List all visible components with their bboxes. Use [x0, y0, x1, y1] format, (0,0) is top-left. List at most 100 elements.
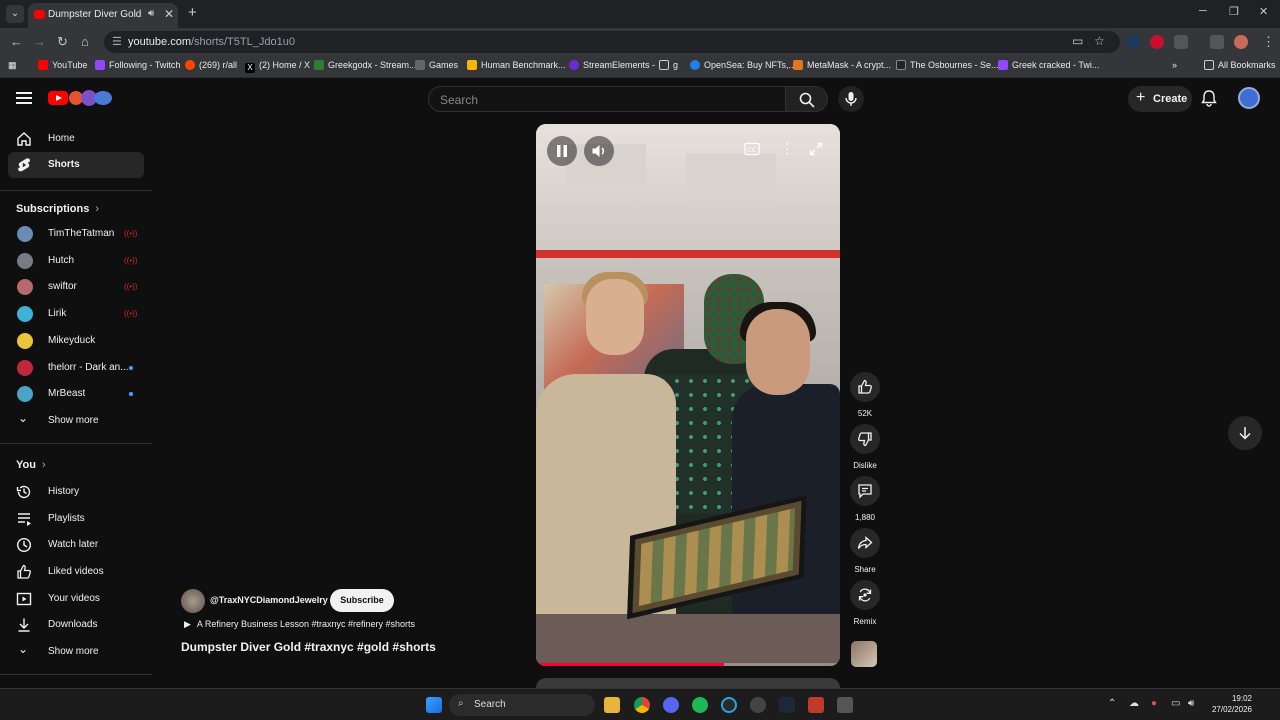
spotify-icon[interactable] — [692, 697, 708, 713]
extension-icon[interactable] — [1150, 35, 1164, 49]
chrome-icon[interactable] — [634, 697, 650, 713]
sidebar-channel-item[interactable]: Mikeyduck — [8, 328, 144, 354]
subscriptions-heading[interactable]: Subscriptions › — [16, 203, 99, 215]
sidebar-channel-item[interactable]: Lirik ((•)) — [8, 301, 144, 327]
close-tab-icon[interactable]: ✕ — [164, 7, 174, 21]
bookmark[interactable]: OpenSea: Buy NFTs,... — [690, 60, 796, 70]
more-bookmarks-icon[interactable]: » — [1172, 60, 1177, 70]
extension-icon[interactable] — [1126, 35, 1140, 49]
app-icon[interactable] — [721, 697, 737, 713]
guide-menu-icon[interactable] — [16, 92, 32, 104]
youtube-logo[interactable] — [48, 90, 114, 106]
like-button[interactable]: 52K — [849, 372, 881, 418]
share-button[interactable]: Share — [849, 528, 881, 574]
next-video-button[interactable] — [1228, 416, 1262, 450]
profile-icon[interactable] — [1234, 35, 1248, 49]
account-avatar[interactable] — [1238, 87, 1260, 109]
bookmark[interactable]: Games — [415, 60, 458, 70]
clock[interactable]: 19:02 27/02/2026 — [1206, 693, 1252, 715]
all-bookmarks-folder[interactable]: All Bookmarks — [1204, 60, 1276, 70]
dislike-button[interactable]: Dislike — [849, 424, 881, 470]
fullscreen-icon[interactable] — [809, 142, 823, 161]
bookmark[interactable]: Following - Twitch — [95, 60, 180, 70]
file-explorer-icon[interactable] — [604, 697, 620, 713]
sidebar-item-watch-later[interactable]: Watch later — [8, 532, 144, 558]
forward-icon[interactable]: → — [33, 34, 46, 49]
channel-name[interactable]: @TraxNYCDiamondJewelry — [210, 595, 328, 605]
bookmark[interactable]: The Osbournes - Se... — [896, 60, 999, 70]
sidebar-channel-item[interactable]: thelorr - Dark an... — [8, 355, 144, 381]
bookmark[interactable]: Human Benchmark... — [467, 60, 566, 70]
video-description[interactable]: ▶ A Refinery Business Lesson #traxnyc #re… — [184, 619, 415, 630]
bookmark[interactable]: StreamElements - — [569, 60, 655, 70]
volume-icon[interactable]: 🔊︎ — [1188, 698, 1194, 709]
pause-button[interactable] — [547, 136, 577, 166]
subscribe-button[interactable]: Subscribe — [330, 589, 394, 612]
video-title[interactable]: Dumpster Diver Gold #traxnyc #gold #shor… — [181, 640, 436, 654]
sidebar-item-liked-videos[interactable]: Liked videos — [8, 559, 144, 585]
captions-icon[interactable]: CC — [744, 142, 760, 161]
tab-search-button[interactable]: ⌄ — [6, 5, 24, 23]
search-input[interactable]: Search — [428, 86, 786, 112]
browser-menu-icon[interactable]: ⋮ — [1262, 34, 1275, 50]
bookmark[interactable]: YouTube — [38, 60, 87, 70]
more-options-icon[interactable]: ⋮ — [780, 140, 794, 157]
app-icon[interactable] — [808, 697, 824, 713]
shorts-video-player[interactable]: CC ⋮ — [536, 124, 840, 666]
windows-start-icon[interactable] — [426, 697, 442, 713]
sidebar-item-shorts[interactable]: Shorts — [8, 152, 144, 178]
comments-button[interactable]: 1,880 — [849, 476, 881, 522]
volume-button[interactable] — [584, 136, 614, 166]
show-hidden-icons[interactable]: ⌃ — [1108, 698, 1116, 709]
bookmark-star-icon[interactable]: ☆ — [1094, 34, 1105, 48]
sidebar-item-playlists[interactable]: Playlists — [8, 506, 144, 532]
browser-tab-active[interactable]: Dumpster Diver Gold #traxn 🔊︎ ✕ — [28, 3, 178, 28]
network-icon[interactable]: ▭ — [1171, 698, 1180, 709]
bookmark[interactable]: Greek cracked - Twi... — [998, 60, 1099, 70]
sidebar-channel-item[interactable]: swiftor ((•)) — [8, 274, 144, 300]
url-text[interactable]: youtube.com/shorts/T5TL_Jdo1u0 — [128, 36, 295, 48]
media-controls-icon[interactable] — [1210, 35, 1224, 49]
restore-icon[interactable]: ❐ — [1229, 5, 1239, 18]
close-window-icon[interactable]: ✕ — [1259, 5, 1268, 18]
sidebar-channel-item[interactable]: MrBeast — [8, 381, 144, 407]
create-button[interactable]: + Create — [1128, 86, 1192, 112]
bookmark[interactable]: (269) r/all — [185, 60, 237, 70]
sidebar-item-downloads[interactable]: Downloads — [8, 612, 144, 638]
sidebar-item-history[interactable]: History — [8, 479, 144, 505]
home-icon[interactable]: ⌂ — [81, 34, 89, 49]
video-progress-bar[interactable] — [536, 663, 840, 666]
reload-icon[interactable]: ↻ — [57, 34, 68, 50]
extensions-puzzle-icon[interactable] — [1174, 35, 1188, 49]
bookmark[interactable]: MetaMask - A crypt... — [793, 60, 891, 70]
sidebar-channel-item[interactable]: TimTheTatman ((•)) — [8, 221, 144, 247]
channel-avatar[interactable] — [181, 589, 205, 613]
notifications-bell-icon[interactable] — [1201, 90, 1217, 112]
taskbar-search[interactable]: ⌕ Search — [449, 694, 595, 716]
you-heading[interactable]: You › — [16, 459, 46, 471]
show-more-subscriptions[interactable]: ⌄ Show more — [8, 408, 144, 434]
site-info-icon[interactable]: ☰ — [112, 35, 122, 48]
bookmark-folder[interactable]: g — [659, 60, 678, 70]
minimize-icon[interactable]: ─ — [1199, 5, 1207, 17]
sidebar-channel-item[interactable]: Hutch ((•)) — [8, 248, 144, 274]
next-short-preview[interactable] — [536, 678, 840, 688]
remix-button[interactable]: Remix — [849, 580, 881, 626]
app-icon[interactable] — [837, 697, 853, 713]
steam-icon[interactable] — [779, 697, 795, 713]
onedrive-icon[interactable]: ☁ — [1129, 698, 1139, 709]
sidebar-item-your-videos[interactable]: Your videos — [8, 586, 144, 612]
app-icon[interactable] — [750, 697, 766, 713]
voice-search-button[interactable] — [838, 86, 864, 112]
apps-grid-icon[interactable]: ▦ — [8, 60, 17, 71]
microphone-icon[interactable]: ● — [1151, 698, 1157, 709]
show-more-you[interactable]: ⌄ Show more — [8, 639, 144, 665]
bookmark[interactable]: X (2) Home / X — [245, 60, 310, 73]
bookmark[interactable]: Greekgodx - Stream... — [314, 60, 417, 70]
new-tab-button[interactable]: + — [188, 4, 197, 21]
sound-thumbnail[interactable] — [851, 641, 877, 667]
back-icon[interactable]: ← — [10, 34, 23, 49]
omnibox[interactable]: ☰ youtube.com/shorts/T5TL_Jdo1u0 ▭ ☆ — [104, 31, 1120, 53]
speaker-icon[interactable]: 🔊︎ — [148, 8, 154, 19]
discord-icon[interactable] — [663, 697, 679, 713]
